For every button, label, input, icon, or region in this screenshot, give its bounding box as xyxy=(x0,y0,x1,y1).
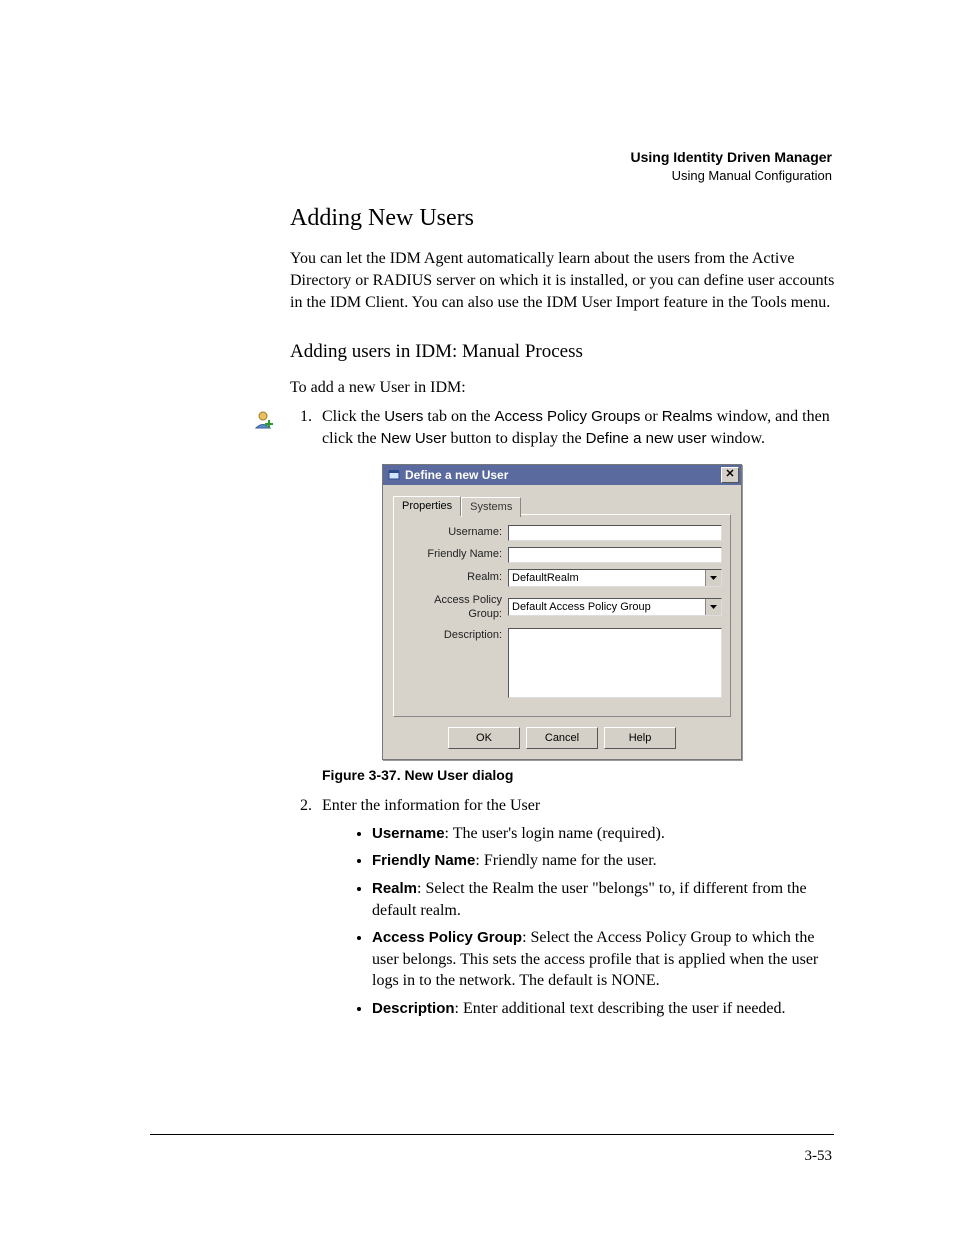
header-subtitle: Using Manual Configuration xyxy=(631,167,832,185)
bullet-apg-label: Access Policy Group xyxy=(372,929,522,946)
friendly-name-input[interactable] xyxy=(508,547,722,563)
bullet-description: Description: Enter additional text descr… xyxy=(372,998,838,1020)
figure-caption: Figure 3-37. New User dialog xyxy=(322,766,838,785)
bullet-description-label: Description xyxy=(372,1000,455,1017)
realm-combobox[interactable]: DefaultRealm xyxy=(508,569,722,587)
intro-paragraph: You can let the IDM Agent automatically … xyxy=(290,248,838,313)
lead-in-text: To add a new User in IDM: xyxy=(290,377,838,399)
label-username: Username: xyxy=(402,525,508,540)
step1-term-newuser: New User xyxy=(381,430,447,447)
header-title: Using Identity Driven Manager xyxy=(631,148,832,167)
footer-rule xyxy=(150,1134,834,1135)
username-input[interactable] xyxy=(508,525,722,541)
realm-value: DefaultRealm xyxy=(509,570,705,586)
bullet-friendly: Friendly Name: Friendly name for the use… xyxy=(372,850,838,872)
page-header: Using Identity Driven Manager Using Manu… xyxy=(631,148,832,184)
label-access-policy-group: Access Policy Group: xyxy=(402,593,508,623)
step1-text-2: tab on the xyxy=(423,408,494,425)
tab-properties[interactable]: Properties xyxy=(393,496,461,516)
step1-text-6: window. xyxy=(707,430,766,447)
define-new-user-dialog: Define a new User ✕ Properties Systems xyxy=(382,464,742,761)
description-textarea[interactable] xyxy=(508,628,722,698)
step-1: Click the Users tab on the Access Policy… xyxy=(316,406,838,785)
label-realm: Realm: xyxy=(402,570,508,585)
bullet-description-text: : Enter additional text describing the u… xyxy=(455,1000,786,1017)
cancel-button[interactable]: Cancel xyxy=(526,727,598,749)
bullet-friendly-text: : Friendly name for the user. xyxy=(475,852,656,869)
dialog-title-icon xyxy=(387,468,401,482)
apg-value: Default Access Policy Group xyxy=(509,599,705,615)
subsection-heading: Adding users in IDM: Manual Process xyxy=(290,339,838,365)
bullet-realm: Realm: Select the Realm the user "belong… xyxy=(372,878,838,921)
step1-term-define: Define a new user xyxy=(586,430,707,447)
page-number: 3-53 xyxy=(805,1148,833,1165)
step1-term-apg: Access Policy Groups xyxy=(494,408,640,425)
label-description: Description: xyxy=(402,628,508,643)
step1-text-3: or xyxy=(640,408,661,425)
bullet-realm-text: : Select the Realm the user "belongs" to… xyxy=(372,880,807,919)
bullet-apg: Access Policy Group: Select the Access P… xyxy=(372,927,838,992)
step-2: Enter the information for the User Usern… xyxy=(316,795,838,1019)
tab-systems[interactable]: Systems xyxy=(461,497,521,517)
new-user-margin-icon xyxy=(252,410,274,437)
chevron-down-icon xyxy=(710,576,717,580)
step1-text-5: button to display the xyxy=(447,430,586,447)
close-icon: ✕ xyxy=(725,469,734,480)
dialog-titlebar[interactable]: Define a new User ✕ xyxy=(383,465,741,485)
label-friendly-name: Friendly Name: xyxy=(402,547,508,562)
chevron-down-icon xyxy=(710,605,717,609)
realm-dropdown-button[interactable] xyxy=(705,570,721,586)
bullet-username: Username: The user's login name (require… xyxy=(372,823,838,845)
dialog-title: Define a new User xyxy=(405,467,508,483)
bullet-username-text: : The user's login name (required). xyxy=(445,825,665,842)
step1-term-realms: Realms xyxy=(662,408,713,425)
help-button[interactable]: Help xyxy=(604,727,676,749)
ok-button[interactable]: OK xyxy=(448,727,520,749)
step2-text: Enter the information for the User xyxy=(322,797,540,814)
bullet-username-label: Username xyxy=(372,825,445,842)
step1-text-1: Click the xyxy=(322,408,384,425)
close-button[interactable]: ✕ xyxy=(721,467,739,483)
apg-dropdown-button[interactable] xyxy=(705,599,721,615)
access-policy-group-combobox[interactable]: Default Access Policy Group xyxy=(508,598,722,616)
step1-term-users: Users xyxy=(384,408,423,425)
tab-panel-properties: Username: Friendly Name: Realm: xyxy=(393,514,731,718)
bullet-friendly-label: Friendly Name xyxy=(372,852,475,869)
section-heading: Adding New Users xyxy=(290,202,838,234)
bullet-realm-label: Realm xyxy=(372,880,417,897)
